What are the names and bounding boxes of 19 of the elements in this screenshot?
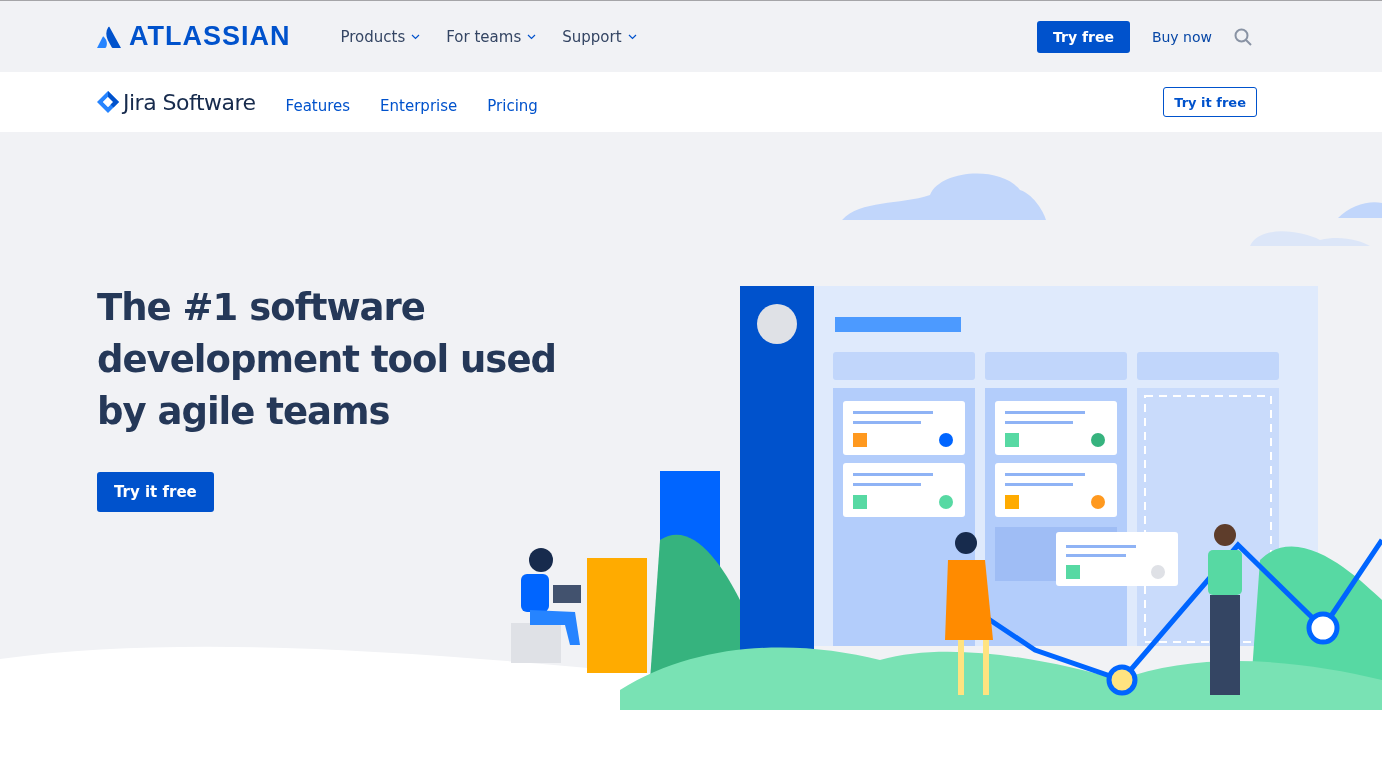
try-it-free-button[interactable]: Try it free (1163, 87, 1257, 117)
search-icon[interactable] (1234, 27, 1252, 46)
hero-try-button[interactable]: Try it free (97, 472, 214, 512)
logo-icon (97, 25, 121, 48)
chevron-down-icon (627, 33, 637, 40)
brand-name[interactable]: ATLASSIAN (129, 21, 291, 52)
diamond-logo-icon (97, 91, 119, 113)
hero-heading: The #1 software development tool used by agile teams (97, 285, 557, 435)
product-nav-link[interactable]: Pricing (487, 97, 538, 115)
product-nav-link[interactable]: Enterprise (380, 97, 458, 115)
buy-now-link[interactable]: Buy now (1151, 28, 1212, 45)
try-free-button[interactable]: Try free (1037, 20, 1130, 53)
nav-menu[interactable]: Support (562, 27, 637, 46)
chevron-down-icon (411, 33, 421, 40)
product-name[interactable]: Jira Software (123, 89, 256, 115)
nav-menu[interactable]: For teams (446, 27, 537, 46)
nav-menu[interactable]: Products (340, 27, 421, 46)
product-nav-link[interactable]: Features (285, 97, 351, 115)
chevron-down-icon (527, 33, 537, 40)
